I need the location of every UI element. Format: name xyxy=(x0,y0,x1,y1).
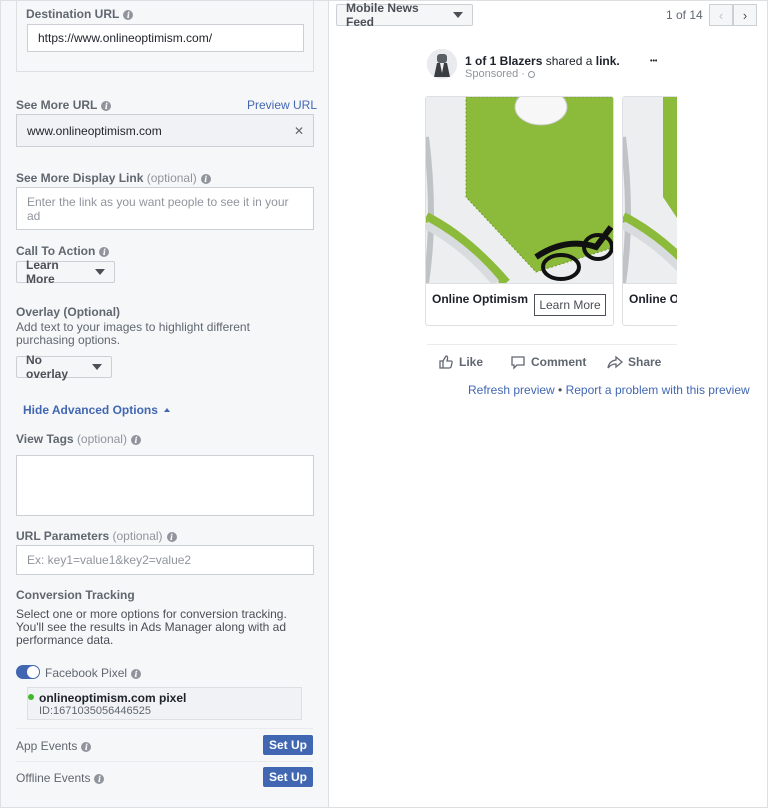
clear-icon[interactable]: ✕ xyxy=(294,124,304,138)
comment-button[interactable]: Comment xyxy=(510,354,586,370)
info-icon[interactable]: i xyxy=(101,101,112,111)
thumbs-up-icon xyxy=(439,355,453,369)
desk-photo xyxy=(426,97,613,283)
page-name-link[interactable]: 1 of 1 Blazers xyxy=(465,54,542,68)
next-preview-button[interactable]: › xyxy=(733,4,757,26)
carousel-card[interactable]: Online O xyxy=(622,96,677,326)
avatar-image xyxy=(427,49,457,79)
info-icon[interactable]: i xyxy=(123,10,134,20)
info-icon[interactable]: i xyxy=(94,774,105,784)
info-icon[interactable]: i xyxy=(130,435,141,445)
card-image xyxy=(426,97,613,283)
caret-up-icon xyxy=(164,408,171,412)
caret-down-icon xyxy=(92,364,102,370)
shared-link[interactable]: link. xyxy=(596,54,620,68)
overlay-label: Overlay (Optional) xyxy=(16,305,121,319)
app-events-label: App Events i xyxy=(16,739,92,753)
destination-url-input[interactable]: https://www.onlineoptimism.com/ xyxy=(27,24,304,52)
chevron-right-icon: › xyxy=(742,7,748,23)
like-button[interactable]: Like xyxy=(438,354,483,370)
offline-events-setup-button[interactable]: Set Up xyxy=(263,767,313,787)
carousel: Online Optimism Learn More Online O xyxy=(425,96,677,328)
pixel-status-dot xyxy=(28,694,34,700)
refresh-preview-link[interactable]: Refresh preview xyxy=(468,383,555,397)
card-footer: Online O xyxy=(623,283,677,325)
caret-down-icon xyxy=(453,12,463,18)
card-learn-more-button[interactable]: Learn More xyxy=(534,294,606,316)
pixel-id: ID:1671035056446525 xyxy=(39,705,151,717)
view-tags-input[interactable] xyxy=(16,455,314,516)
call-to-action-dropdown[interactable]: Learn More xyxy=(16,258,115,286)
card-image xyxy=(623,97,677,283)
facebook-pixel-toggle[interactable] xyxy=(16,665,40,679)
url-parameters-input[interactable]: Ex: key1=value1&key2=value2 xyxy=(16,545,314,575)
share-button[interactable]: Share xyxy=(607,354,661,370)
pixel-name: onlineoptimism.com pixel xyxy=(39,691,187,705)
desk-photo xyxy=(623,97,677,283)
facebook-pixel-label: Facebook Pixel i xyxy=(45,666,142,680)
info-icon[interactable]: i xyxy=(99,247,110,257)
card-title: Online Optimism xyxy=(432,292,529,306)
url-parameters-label: URL Parameters (optional) i xyxy=(16,529,177,543)
sponsored-label: Sponsored · xyxy=(465,68,535,80)
info-icon[interactable]: i xyxy=(131,669,142,679)
chevron-left-icon: ‹ xyxy=(718,7,724,23)
see-more-url-input[interactable]: www.onlineoptimism.com ✕ xyxy=(16,114,314,147)
overlay-description: Add text to your images to highlight dif… xyxy=(16,320,250,347)
toggle-knob xyxy=(27,666,39,678)
app-events-setup-button[interactable]: Set Up xyxy=(263,735,313,755)
carousel-card[interactable]: Online Optimism Learn More xyxy=(425,96,614,326)
divider xyxy=(16,728,313,729)
preview-footer-links: Refresh preview • Report a problem with … xyxy=(468,383,750,397)
post-options-icon[interactable]: ••• xyxy=(650,58,657,65)
offline-events-label: Offline Events i xyxy=(16,771,105,785)
post-divider xyxy=(427,344,677,345)
report-problem-link[interactable]: Report a problem with this preview xyxy=(566,383,750,397)
info-icon[interactable]: i xyxy=(81,742,92,752)
page-avatar[interactable] xyxy=(427,49,457,79)
info-icon[interactable]: i xyxy=(166,532,177,542)
pixel-card[interactable]: onlineoptimism.com pixel ID:167103505644… xyxy=(27,687,302,720)
info-icon[interactable]: i xyxy=(200,174,211,184)
hide-advanced-options-link[interactable]: Hide Advanced Options xyxy=(23,403,171,417)
placement-dropdown[interactable]: Mobile News Feed xyxy=(336,1,473,29)
see-more-display-link-label: See More Display Link (optional) i xyxy=(16,171,211,185)
ad-form-panel: Destination URL i https://www.onlineoptim… xyxy=(0,0,328,808)
preview-pager: 1 of 14 xyxy=(666,8,703,22)
view-tags-label: View Tags (optional) i xyxy=(16,432,141,446)
share-icon xyxy=(607,355,623,369)
see-more-url-label: See More URL i xyxy=(16,98,112,112)
preview-url-link[interactable]: Preview URL xyxy=(247,98,317,112)
conversion-tracking-label: Conversion Tracking xyxy=(16,588,135,602)
caret-down-icon xyxy=(95,269,105,275)
comment-icon xyxy=(511,356,525,370)
globe-icon xyxy=(527,71,535,78)
see-more-display-link-input[interactable]: Enter the link as you want people to see… xyxy=(16,187,314,230)
post-headline: 1 of 1 Blazers shared a link. xyxy=(465,54,620,68)
call-to-action-label: Call To Action i xyxy=(16,244,110,258)
prev-preview-button[interactable]: ‹ xyxy=(709,4,733,26)
destination-url-label: Destination URL i xyxy=(26,7,134,21)
conversion-tracking-description: Select one or more options for conversio… xyxy=(16,607,287,647)
card-title: Online O xyxy=(629,292,677,306)
divider xyxy=(16,761,313,762)
card-footer: Online Optimism Learn More xyxy=(426,283,613,325)
overlay-dropdown[interactable]: No overlay xyxy=(16,353,112,381)
